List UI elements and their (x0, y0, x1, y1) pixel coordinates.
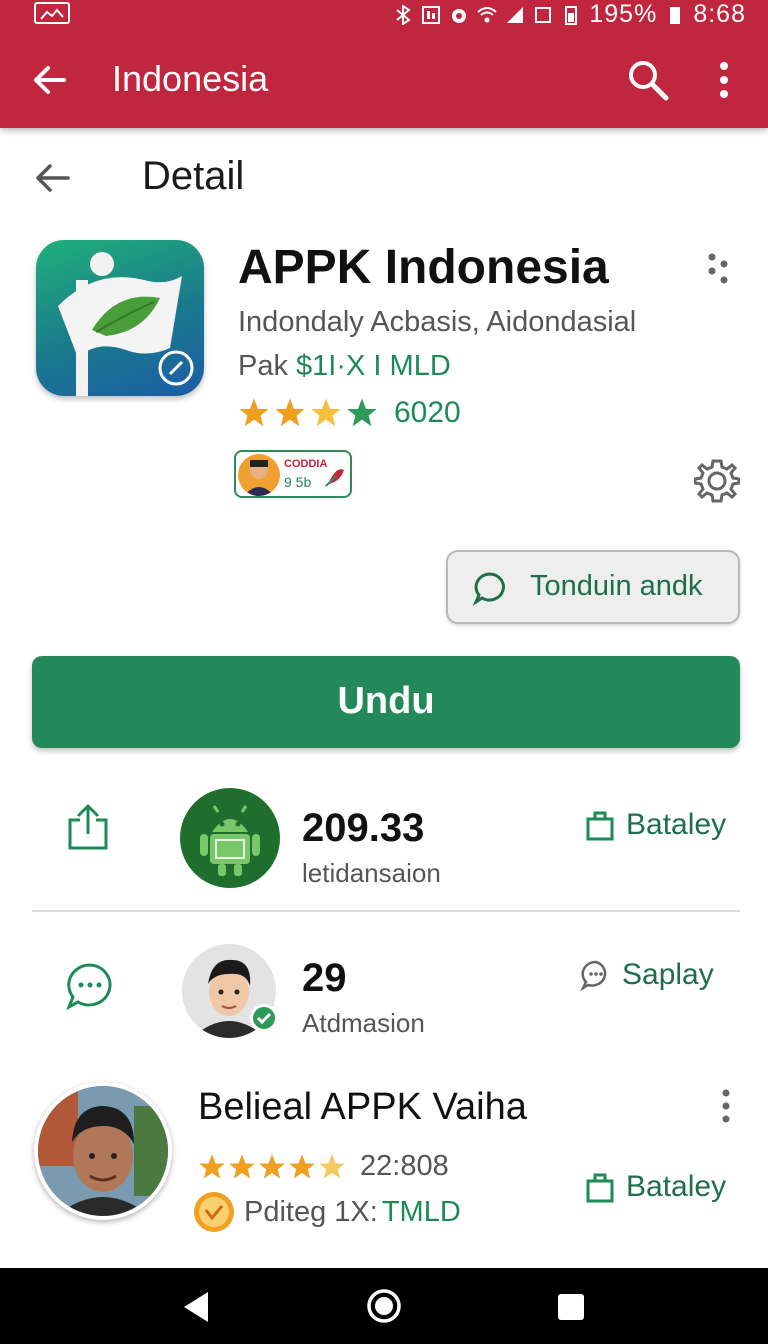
stat-label: letidansaion (302, 858, 441, 888)
install-button[interactable]: Undu (32, 656, 740, 748)
stat-number: 209.33 (302, 806, 425, 850)
network-icon (535, 6, 552, 23)
nav-recents-icon[interactable] (556, 1292, 586, 1322)
badge-line1: CODDIA (284, 458, 328, 470)
search-icon[interactable] (626, 58, 670, 102)
star-icon (289, 1153, 315, 1179)
bag-icon (586, 811, 614, 841)
star-icon (311, 398, 341, 427)
review-meta: Pditeg 1X: TMLD (194, 1192, 461, 1232)
wifi-icon (477, 6, 498, 22)
comment-icon[interactable] (66, 962, 114, 1010)
system-nav-bar (0, 1268, 768, 1344)
star-icon (239, 398, 269, 427)
back-arrow-icon[interactable] (32, 158, 72, 198)
battery-percent: 195% (589, 0, 658, 28)
app-icon (36, 240, 204, 396)
stat-label: Atdmasion (302, 1008, 425, 1038)
review-count: 22:808 (360, 1150, 449, 1182)
app-bar-title: Indonesia (112, 58, 269, 99)
app-developer: Indondaly Acbasis, Aidondasial (238, 306, 637, 338)
bag-icon (586, 1173, 614, 1203)
coin-icon (194, 1192, 234, 1232)
bataley-link-label: Bataley (626, 1170, 727, 1203)
install-button-label: Undu (337, 680, 435, 722)
app-name: APPK Indonesia (238, 241, 609, 294)
status-icons: 195% 8:68 (393, 0, 746, 29)
saplay-link-label: Saplay (622, 958, 714, 991)
badge-avatar (238, 454, 280, 496)
speech-bubble-icon (580, 960, 607, 991)
settings-gear-icon[interactable] (694, 458, 740, 504)
status-bar: 195% 8:68 (0, 0, 768, 30)
gallery-notification-icon (34, 2, 70, 24)
more-vert-icon[interactable] (712, 60, 736, 100)
reviewer-avatar (34, 1082, 172, 1220)
alarm-icon (452, 8, 467, 23)
star-icon (319, 1153, 345, 1179)
stat-number: 29 (302, 956, 347, 1000)
badge-line2: 9 5b (284, 474, 312, 490)
nav-back-icon[interactable] (180, 1290, 212, 1324)
nfc-icon (422, 5, 441, 24)
review-title: Belieal APPK Vaiha (198, 1086, 527, 1128)
bataley-link-label: Bataley (626, 808, 727, 841)
status-time: 8:68 (693, 0, 746, 28)
signal-icon (507, 6, 524, 23)
saplay-link[interactable]: Saplay (580, 958, 714, 992)
divider (32, 910, 740, 912)
rating-row: 6020 (238, 396, 461, 430)
battery-icon-left (565, 5, 578, 25)
chat-bubble-icon (472, 572, 505, 606)
chat-button[interactable]: Tonduin andk (446, 550, 740, 624)
more-options-icon[interactable] (706, 252, 732, 286)
app-price: $1I·X I MLD (296, 350, 451, 382)
more-vert-icon[interactable] (714, 1088, 738, 1124)
battery-icon (670, 6, 681, 24)
star-icon (347, 398, 377, 427)
app-bar: 195% 8:68 Indonesia (0, 0, 768, 128)
rating-value: 6020 (394, 396, 461, 429)
developer-badge[interactable]: CODDIA 9 5b (234, 450, 352, 498)
chat-button-label: Tonduin andk (530, 570, 703, 602)
review-meta-price: TMLD (381, 1195, 461, 1228)
star-icon (275, 398, 305, 427)
page-title: Detail (142, 154, 245, 198)
verified-check-icon (250, 1004, 278, 1032)
review-rating-row: 22:808 (198, 1150, 449, 1183)
star-icon (199, 1153, 225, 1179)
star-icon (229, 1153, 255, 1179)
bluetooth-icon (396, 4, 412, 25)
app-price-row: Pak $1I·X I MLD (238, 350, 451, 383)
nav-home-icon[interactable] (366, 1288, 402, 1324)
bataley-link[interactable]: Bataley (584, 808, 726, 842)
review-meta-prefix: Pditeg 1X: (244, 1195, 378, 1228)
flower-icon (325, 469, 344, 487)
bataley-link-2[interactable]: Bataley (584, 1170, 726, 1204)
android-icon (180, 788, 280, 888)
share-icon[interactable] (64, 802, 112, 850)
star-icon (259, 1153, 285, 1179)
price-prefix: Pak (238, 350, 288, 382)
arrow-left-icon[interactable] (30, 60, 70, 100)
